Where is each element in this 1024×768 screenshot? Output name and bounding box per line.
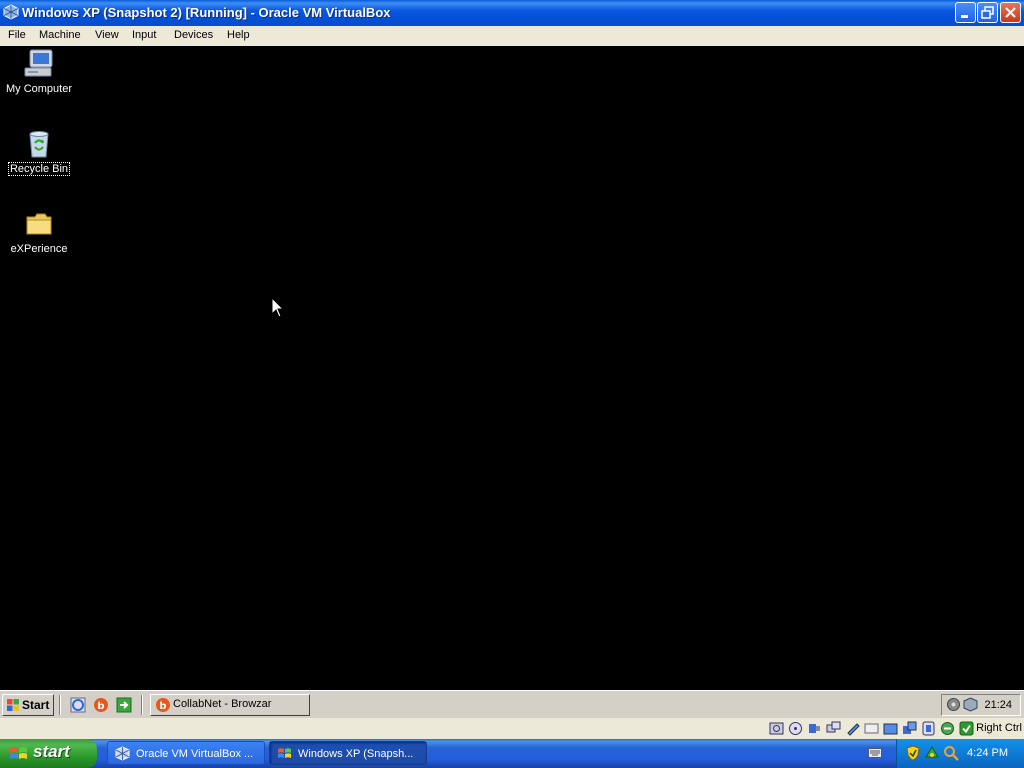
svg-text:b: b [159,701,166,712]
network-tray-icon[interactable] [924,745,940,761]
guest-desktop[interactable]: My Computer Recycle Bin eXPerience [0,46,1024,690]
virtualbox-additions-tray-icon[interactable] [963,697,978,712]
guest-clock: 21:24 [984,699,1012,711]
host-task-label: Windows XP (Snapsh... [298,748,414,760]
menu-help[interactable]: Help [227,29,250,41]
host-task-windows-xp-vm[interactable]: Windows XP (Snapsh... [269,741,427,765]
cpu-icon[interactable] [940,721,955,736]
host-key-label: Right Ctrl [976,722,1022,734]
host-taskbar: start Oracle VM VirtualBox ... Windows X… [0,739,1024,768]
virtualbox-vm-icon [278,748,291,758]
speaker-tray-icon[interactable] [946,697,961,712]
host-start-label: start [33,742,70,761]
display-icon[interactable] [864,721,879,736]
windows-flag-icon [10,747,27,759]
shared-folders-icon[interactable] [845,721,860,736]
video-capture-icon[interactable] [883,721,898,736]
host-system-tray: 4:24 PM [896,739,1024,768]
host-task-label: Oracle VM VirtualBox ... [136,748,254,760]
taskbar-separator [141,695,143,715]
mouse-cursor-icon [271,297,285,318]
window-title: Windows XP (Snapshot 2) [Running] - Orac… [22,5,391,20]
my-computer-icon [24,49,53,77]
host-start-button[interactable]: start [0,739,97,768]
window-title-bar[interactable]: Windows XP (Snapshot 2) [Running] - Orac… [0,0,1024,26]
recycle-bin-icon [29,131,49,158]
show-desktop-icon[interactable] [116,697,132,713]
network-icon[interactable] [826,721,841,736]
security-shield-icon[interactable] [905,745,921,761]
browzar-icon[interactable]: b [93,697,109,713]
guest-system-tray: 21:24 [941,694,1021,716]
windows-flag-icon [7,699,19,711]
optical-drive-icon[interactable] [788,721,803,736]
guest-task-collabnet[interactable]: b CollabNet - Browzar [150,694,310,716]
mouse-integration-icon[interactable] [902,721,917,736]
guest-task-label: CollabNet - Browzar [173,698,272,710]
menu-bar: File Machine View Input Devices Help [0,26,1024,46]
vbox-status-bar: Right Ctrl [0,718,1024,739]
minimize-button[interactable] [955,2,976,23]
ie-icon[interactable] [70,697,86,713]
usb-icon[interactable] [807,721,822,736]
minimize-icon [961,15,968,18]
close-button[interactable] [1000,2,1021,23]
hostkey-icon[interactable] [959,721,974,736]
guest-taskbar: Start b b CollabNet - Browzar 21:24 [0,690,1024,718]
virtualbox-icon [115,746,130,761]
svg-text:b: b [97,701,104,712]
menu-devices[interactable]: Devices [174,29,213,41]
menu-view[interactable]: View [95,29,119,41]
keyboard-indicator-icon[interactable] [868,748,882,758]
host-task-virtualbox-manager[interactable]: Oracle VM VirtualBox ... [107,741,265,765]
desktop-icon-recycle-bin[interactable]: Recycle Bin [3,128,75,176]
restore-button[interactable] [977,2,998,23]
folder-icon [26,213,52,235]
restore-icon [981,6,994,19]
desktop-icon-experience[interactable]: eXPerience [3,208,75,255]
desktop-icon-label: Recycle Bin [7,162,71,176]
menu-file[interactable]: File [8,29,26,41]
taskbar-separator [59,695,61,715]
desktop-icon-label: eXPerience [10,243,68,255]
guest-start-label: Start [22,698,50,712]
virtualbox-icon [3,4,19,20]
desktop-icon-my-computer[interactable]: My Computer [3,48,75,95]
close-icon [1005,7,1016,18]
host-clock: 4:24 PM [967,747,1008,759]
browzar-icon: b [156,698,170,712]
menu-input[interactable]: Input [132,29,156,41]
menu-machine[interactable]: Machine [39,29,81,41]
hard-disk-icon[interactable] [769,721,784,736]
search-tray-icon[interactable] [943,745,959,761]
desktop-icon-label: My Computer [5,83,73,95]
virtualization-icon[interactable] [921,721,936,736]
guest-start-button[interactable]: Start [2,694,54,716]
